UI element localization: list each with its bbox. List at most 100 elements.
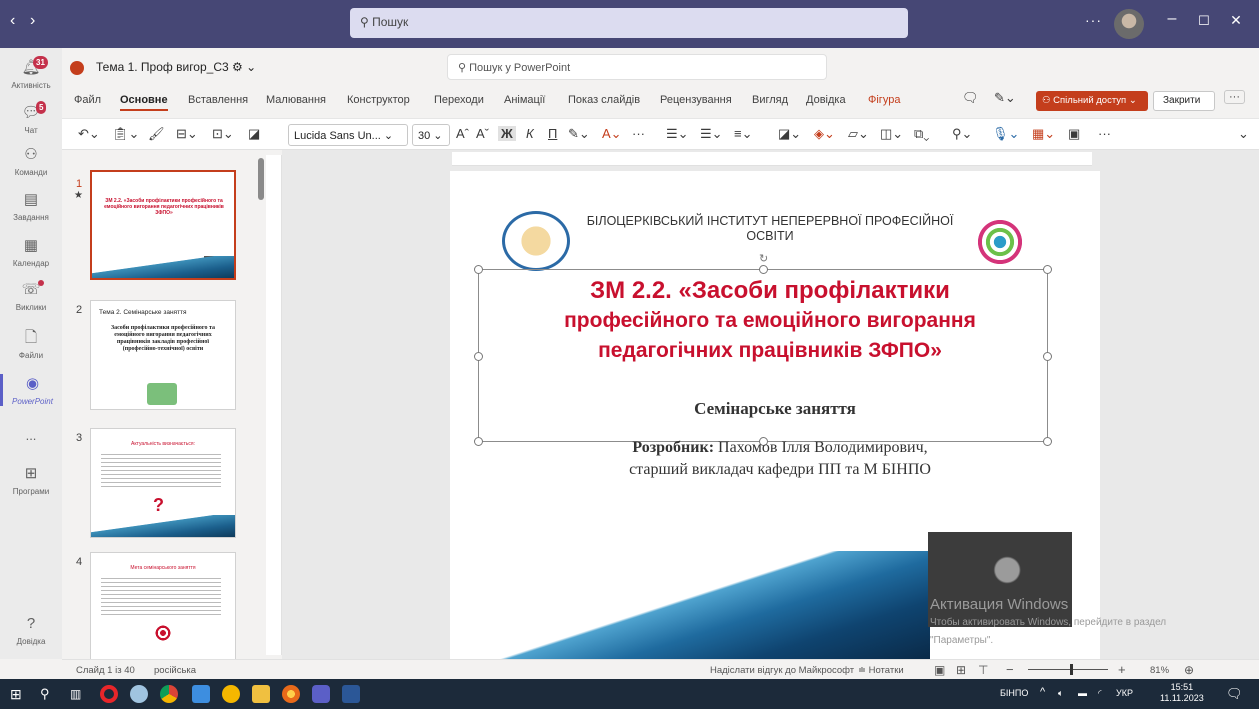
editing-mode-icon[interactable]: ✎⌄ xyxy=(994,90,1016,106)
resize-handle[interactable] xyxy=(474,437,483,446)
clipboard-icon[interactable]: 📋︎⌄ xyxy=(112,126,139,142)
undo-icon[interactable]: ↶⌄ xyxy=(78,126,100,142)
shape-fill-icon[interactable]: ◈⌄ xyxy=(814,126,835,142)
forward-arrow-icon[interactable]: › xyxy=(30,12,35,30)
normal-view-icon[interactable]: ▣ xyxy=(934,663,945,677)
shape-effects-icon[interactable]: ◫⌄ xyxy=(880,126,903,142)
task-view-icon[interactable]: ▥ xyxy=(70,685,88,703)
slide-subtitle[interactable]: Семінарське заняття xyxy=(550,399,1000,419)
app-icon[interactable] xyxy=(130,685,148,703)
slide-thumbnail-4[interactable]: Мета семінарського заняття xyxy=(90,552,236,659)
windows-start-icon[interactable]: ⊞ xyxy=(10,685,28,703)
slide-thumbnail-3[interactable]: Актуальність визначається: ? xyxy=(90,428,236,538)
tab-design[interactable]: Конструктор xyxy=(347,94,410,106)
rail-item-assignments[interactable]: ▤ Завдання xyxy=(0,190,62,222)
resize-handle[interactable] xyxy=(474,352,483,361)
font-color-icon[interactable]: A⌄ xyxy=(602,126,622,142)
tab-file[interactable]: Файл xyxy=(74,94,101,106)
resize-handle[interactable] xyxy=(759,265,768,274)
dictate-icon[interactable]: 🎙︎⌄ xyxy=(992,126,1019,142)
sorter-view-icon[interactable]: ⊞ xyxy=(956,663,966,677)
rail-item-calls[interactable]: ☏ Виклики xyxy=(0,280,62,312)
numbering-icon[interactable]: ☰⌄ xyxy=(700,126,723,142)
document-title[interactable]: Тема 1. Проф вигор_С3 ⚙ ⌄ xyxy=(96,60,256,74)
more-ribbon-icon[interactable]: ··· xyxy=(1098,126,1111,141)
zoom-level[interactable]: 81% xyxy=(1150,665,1169,676)
fit-slide-icon[interactable]: ⊕ xyxy=(1184,663,1194,677)
increase-font-icon[interactable]: Aˆ xyxy=(456,126,469,141)
rail-item-chat[interactable]: 💬︎ Чат 5 xyxy=(0,101,62,135)
arrange-icon[interactable]: ⧉⌄ xyxy=(914,126,929,142)
zoom-in-icon[interactable]: + xyxy=(1118,662,1126,677)
rail-item-powerpoint[interactable]: ◉ PowerPoint xyxy=(0,374,62,406)
file-explorer-icon[interactable] xyxy=(252,685,270,703)
ppt-search-input[interactable]: ⚲ Пошук у PowerPoint xyxy=(447,54,827,80)
wifi-icon[interactable]: ◜ xyxy=(1098,688,1102,699)
zoom-out-icon[interactable]: − xyxy=(1006,662,1014,677)
language-indicator[interactable]: російська xyxy=(154,665,196,676)
tab-insert[interactable]: Вставлення xyxy=(188,94,248,106)
resize-handle[interactable] xyxy=(1043,352,1052,361)
firefox-icon[interactable] xyxy=(282,685,300,703)
tab-transitions[interactable]: Переходи xyxy=(434,94,484,106)
slide-canvas[interactable]: БІЛОЦЕРКІВСЬКИЙ ІНСТИТУТ НЕПЕРЕРВНОЇ ПРО… xyxy=(450,171,1100,659)
rail-item-help[interactable]: ? Довідка xyxy=(0,614,62,646)
back-arrow-icon[interactable]: ‹ xyxy=(10,12,15,30)
search-icon[interactable]: ⚲ xyxy=(40,685,58,703)
slide-thumbnail-2[interactable]: Тема 2. Семінарське заняття Засоби профі… xyxy=(90,300,236,410)
word-icon[interactable] xyxy=(342,685,360,703)
teams-icon[interactable] xyxy=(312,685,330,703)
volume-icon[interactable]: 🔈︎ xyxy=(1058,688,1063,699)
reset-icon[interactable]: ◪ xyxy=(248,126,260,142)
notepad-icon[interactable] xyxy=(192,685,210,703)
tab-slideshow[interactable]: Показ слайдів xyxy=(568,94,640,106)
tab-draw[interactable]: Малювання xyxy=(266,94,326,106)
feedback-link[interactable]: Надіслати відгук до Майкрософт xyxy=(710,665,854,676)
italic-icon[interactable]: К xyxy=(526,126,534,141)
bold-icon[interactable]: Ж xyxy=(498,126,516,141)
resize-handle[interactable] xyxy=(1043,265,1052,274)
close-button[interactable]: Закрити xyxy=(1153,91,1215,111)
font-size-select[interactable]: 30 ⌄ xyxy=(412,124,450,146)
comments-icon[interactable]: 🗨︎ xyxy=(962,90,979,106)
clock[interactable]: 15:51 11.11.2023 xyxy=(1160,682,1204,704)
slide-thumbnail-1[interactable]: ЗМ 2.2. «Засоби профілактики професійног… xyxy=(90,170,236,280)
close-window-icon[interactable]: ✕ xyxy=(1224,12,1248,29)
resize-handle[interactable] xyxy=(1043,437,1052,446)
slide-author[interactable]: Розробник: Пахомов Ілля Володимирович, с… xyxy=(520,437,1040,481)
more-options-icon[interactable]: ··· xyxy=(1085,12,1102,28)
battery-icon[interactable]: ▬ xyxy=(1078,688,1087,698)
maximize-icon[interactable]: ☐ xyxy=(1192,13,1216,29)
find-icon[interactable]: ⚲⌄ xyxy=(952,126,972,142)
new-slide-icon[interactable]: ⊟⌄ xyxy=(176,126,198,142)
tab-help[interactable]: Довідка xyxy=(806,94,846,106)
input-language[interactable]: УКР xyxy=(1116,688,1133,698)
resize-handle[interactable] xyxy=(474,265,483,274)
reading-view-icon[interactable]: ⊤ xyxy=(978,663,988,677)
more-font-icon[interactable]: ··· xyxy=(632,126,645,141)
rotate-handle-icon[interactable]: ↻ xyxy=(759,252,768,265)
paint-icon[interactable] xyxy=(222,685,240,703)
thumbnail-scrollbar[interactable] xyxy=(258,158,264,200)
decrease-font-icon[interactable]: Aˇ xyxy=(476,126,489,141)
expand-ribbon-icon[interactable]: ⌄ xyxy=(1238,126,1249,142)
tab-view[interactable]: Вигляд xyxy=(752,94,788,106)
designer-icon[interactable]: ▦⌄ xyxy=(1032,126,1055,142)
format-painter-icon[interactable]: 🖌︎ xyxy=(148,126,165,142)
highlight-icon[interactable]: ✎⌄ xyxy=(568,126,590,142)
minimize-icon[interactable]: – xyxy=(1160,10,1184,28)
rail-item-teams[interactable]: ⚇ Команди xyxy=(0,145,62,177)
teams-search-input[interactable]: ⚲ Пошук xyxy=(350,8,908,38)
layout-icon[interactable]: ⊡⌄ xyxy=(212,126,234,142)
zoom-slider[interactable] xyxy=(1028,669,1108,670)
notifications-icon[interactable]: 🗨︎ xyxy=(1226,686,1243,702)
more-options-icon[interactable]: ··· xyxy=(1224,90,1245,104)
tab-animations[interactable]: Анімації xyxy=(504,94,545,106)
font-name-select[interactable]: Lucida Sans Un... ⌄ xyxy=(288,124,408,146)
zoom-slider-thumb[interactable] xyxy=(1070,664,1073,675)
avatar[interactable] xyxy=(1114,9,1144,39)
share-button[interactable]: ⚇ Спільний доступ ⌄ xyxy=(1036,91,1148,111)
keyboard-layout-label[interactable]: БІНПО xyxy=(1000,688,1028,698)
tray-chevron-icon[interactable]: ^ xyxy=(1040,686,1045,698)
tab-home[interactable]: Основне xyxy=(120,94,168,111)
